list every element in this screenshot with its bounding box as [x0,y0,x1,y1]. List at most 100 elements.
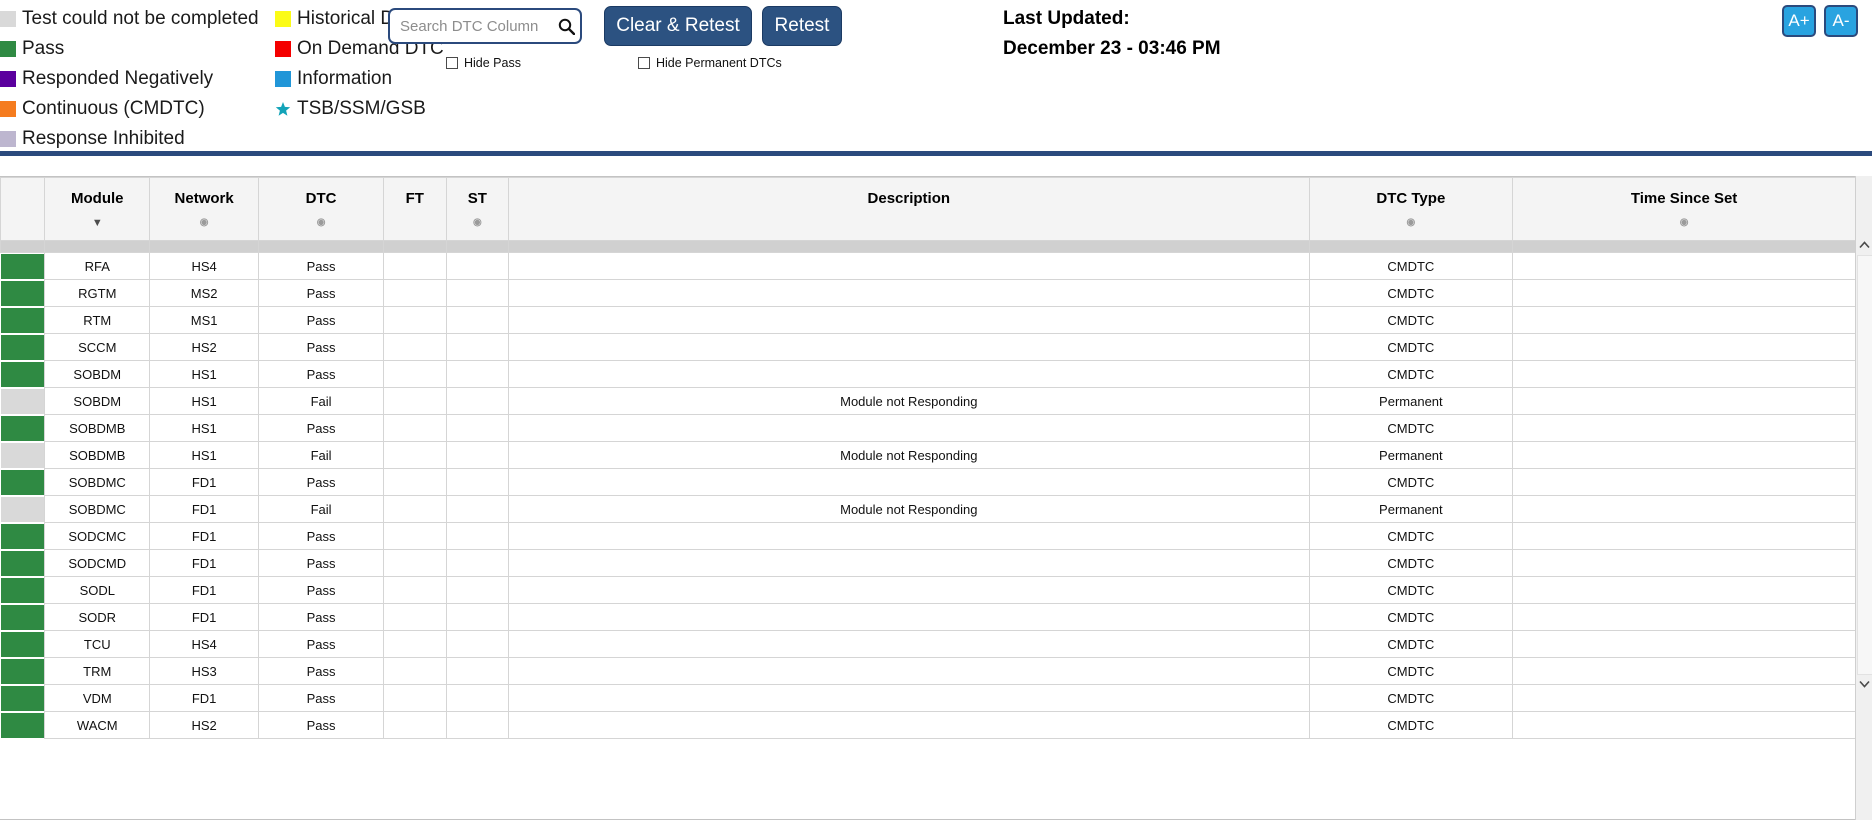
dtc-table-area: Module ▼ Network ◉ DTC ◉ FT ST ◉ Description DTC T… [0,156,1872,820]
cell-desc [508,279,1310,307]
clear-and-retest-button[interactable]: Clear & Retest [604,6,752,46]
table-row[interactable]: SODCMC FD1 Pass CMDTC [0,522,1856,550]
column-header-time[interactable]: Time Since Set ◉ [1512,177,1856,241]
column-header-status[interactable] [0,177,46,241]
table-row[interactable]: SOBDMB HS1 Pass CMDTC [0,414,1856,442]
legend-item: Continuous (CMDTC) [0,94,275,124]
column-header-ft[interactable]: FT [383,177,447,241]
spacer-cell [0,240,46,253]
cell-network: MS2 [149,279,260,307]
cell-module: RFA [44,252,151,280]
row-status-indicator [0,549,45,577]
cell-time [1512,576,1856,604]
cell-time [1512,441,1856,469]
dtc-diagnostics-screen: Test could not be completed Pass Responded… [0,0,1872,825]
hide-pass-checkbox-row[interactable]: Hide Pass [446,56,521,70]
table-row[interactable]: SOBDM HS1 Pass CMDTC [0,360,1856,388]
sort-toggle-icon[interactable]: ◉ [259,217,383,229]
cell-time [1512,252,1856,280]
cell-dtc: Pass [258,630,385,658]
dtc-table-frame: Module ▼ Network ◉ DTC ◉ FT ST ◉ Description DTC T… [0,176,1872,820]
table-row[interactable]: RFA HS4 Pass CMDTC [0,252,1856,280]
hide-permanent-dtcs-checkbox[interactable] [638,57,650,69]
font-increase-button[interactable]: A+ [1782,5,1816,37]
legend-item: TSB/SSM/GSB [275,94,460,124]
table-row[interactable]: SOBDMB HS1 Fail Module not Responding Perman… [0,441,1856,469]
cell-desc [508,576,1310,604]
table-row[interactable]: SCCM HS2 Pass CMDTC [0,333,1856,361]
search-input[interactable] [390,11,552,41]
scroll-up-arrow-icon[interactable] [1856,236,1872,253]
status-color-bar [0,550,45,576]
cell-ft [383,684,447,712]
cell-type: CMDTC [1308,279,1514,307]
table-row[interactable]: WACM HS2 Pass CMDTC [0,711,1856,739]
font-decrease-button[interactable]: A- [1824,5,1858,37]
hide-permanent-dtcs-checkbox-row[interactable]: Hide Permanent DTCs [638,56,782,70]
table-row[interactable]: SOBDM HS1 Fail Module not Responding Permane… [0,387,1856,415]
sort-toggle-icon[interactable]: ◉ [447,217,509,229]
sort-toggle-icon[interactable]: ◉ [150,217,258,229]
cell-network: FD1 [149,495,260,523]
cell-time [1512,360,1856,388]
table-row[interactable]: VDM FD1 Pass CMDTC [0,684,1856,712]
cell-dtc: Pass [258,306,385,334]
cell-dtc: Pass [258,684,385,712]
cell-type: Permanent [1308,495,1514,523]
sort-toggle-icon[interactable]: ◉ [1310,217,1513,229]
cell-module: SOBDMB [44,441,151,469]
row-status-indicator [0,333,45,361]
cell-st [445,603,510,631]
cell-module: SOBDMB [44,414,151,442]
column-header-network[interactable]: Network ◉ [149,177,260,241]
vertical-scrollbar[interactable] [1855,176,1872,820]
table-row[interactable]: TCU HS4 Pass CMDTC [0,630,1856,658]
cell-dtc: Pass [258,360,385,388]
cell-st [445,630,510,658]
top-toolbar-panel: Test could not be completed Pass Responded… [0,0,1872,156]
cell-st [445,522,510,550]
search-dtc-column-field[interactable] [388,8,582,44]
cell-module: SOBDMC [44,495,151,523]
column-header-dtc[interactable]: DTC ◉ [258,177,385,241]
legend-color-swatch [0,11,16,27]
legend-item: Test could not be completed [0,4,275,34]
sort-toggle-icon[interactable]: ◉ [1513,217,1855,229]
row-status-indicator [0,360,45,388]
cell-ft [383,279,447,307]
table-row[interactable]: SODL FD1 Pass CMDTC [0,576,1856,604]
scrollbar-thumb[interactable] [1857,255,1872,675]
cell-time [1512,630,1856,658]
legend-item-label: Pass [22,38,65,59]
table-row[interactable]: RGTM MS2 Pass CMDTC [0,279,1856,307]
table-row[interactable]: RTM MS1 Pass CMDTC [0,306,1856,334]
table-row[interactable]: TRM HS3 Pass CMDTC [0,657,1856,685]
sort-descending-icon[interactable]: ▼ [45,217,149,229]
search-icon[interactable] [552,18,580,35]
cell-ft [383,711,447,739]
column-header-type[interactable]: DTC Type ◉ [1308,177,1514,241]
row-status-indicator [0,603,45,631]
table-row[interactable]: SOBDMC FD1 Fail Module not Responding Perman… [0,495,1856,523]
table-row[interactable]: SODCMD FD1 Pass CMDTC [0,549,1856,577]
column-header-label: FT [405,189,424,207]
cell-desc [508,468,1310,496]
cell-module: VDM [44,684,151,712]
scroll-down-arrow-icon[interactable] [1856,675,1872,692]
retest-button[interactable]: Retest [762,6,842,46]
status-color-bar [0,469,45,495]
cell-ft [383,549,447,577]
cell-type: CMDTC [1308,333,1514,361]
column-header-desc[interactable]: Description [508,177,1310,241]
table-row[interactable]: SODR FD1 Pass CMDTC [0,603,1856,631]
status-color-bar [0,253,45,279]
table-spacer-row [0,240,1856,253]
cell-dtc: Pass [258,576,385,604]
status-color-bar [0,712,45,738]
column-header-st[interactable]: ST ◉ [445,177,510,241]
cell-dtc: Pass [258,279,385,307]
column-header-module[interactable]: Module ▼ [44,177,151,241]
legend-color-swatch [275,11,291,27]
hide-pass-checkbox[interactable] [446,57,458,69]
table-row[interactable]: SOBDMC FD1 Pass CMDTC [0,468,1856,496]
